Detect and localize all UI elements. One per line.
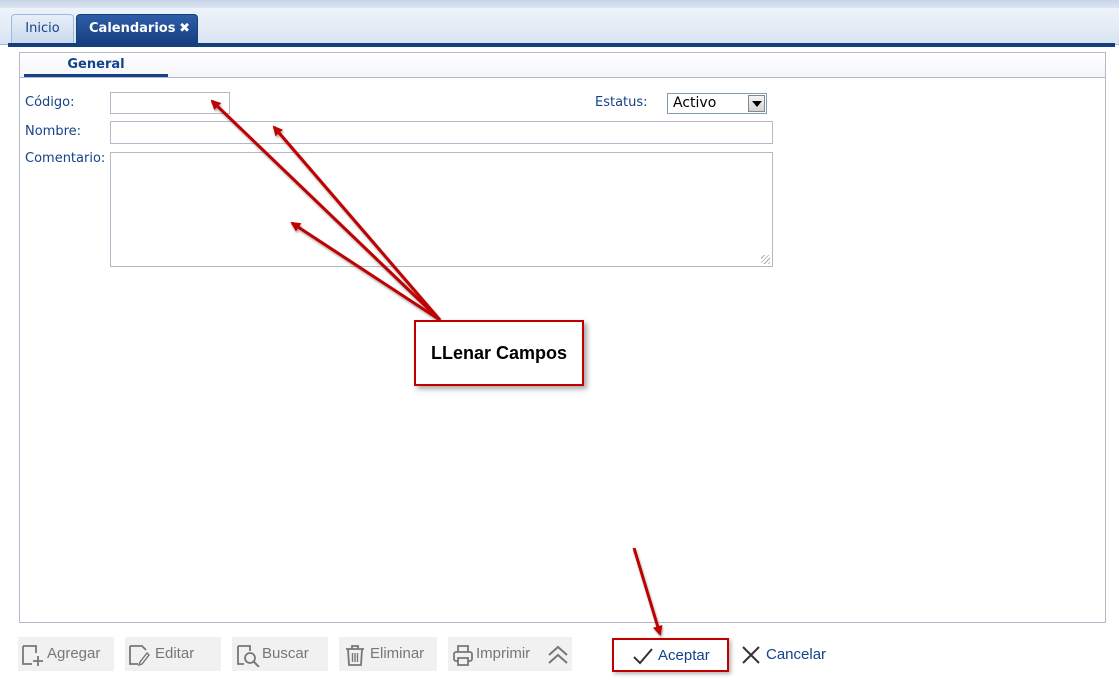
edit-icon bbox=[129, 645, 150, 667]
agregar-button[interactable]: Agregar bbox=[18, 637, 114, 671]
search-icon bbox=[237, 645, 260, 667]
cancelar-button[interactable]: Cancelar bbox=[738, 638, 838, 672]
buscar-button[interactable]: Buscar bbox=[232, 637, 328, 671]
x-icon bbox=[742, 646, 760, 664]
arrow-to-aceptar bbox=[632, 547, 663, 636]
annotation-text: LLenar Campos bbox=[430, 343, 568, 363]
buscar-label: Buscar bbox=[262, 645, 309, 662]
editar-label: Editar bbox=[155, 645, 195, 662]
eliminar-button[interactable]: Eliminar bbox=[339, 637, 437, 671]
arrow-to-comentario bbox=[290, 221, 441, 322]
printer-icon bbox=[453, 645, 473, 666]
arrow-to-nombre bbox=[272, 125, 442, 321]
add-icon bbox=[22, 645, 43, 666]
aceptar-label: Aceptar bbox=[658, 647, 710, 664]
imprimir-button[interactable]: Imprimir bbox=[448, 637, 572, 671]
aceptar-button[interactable]: Aceptar bbox=[612, 638, 729, 672]
eliminar-label: Eliminar bbox=[370, 645, 425, 662]
collapse-up-icon[interactable] bbox=[546, 643, 570, 667]
agregar-label: Agregar bbox=[47, 645, 101, 662]
annotation-callout: LLenar Campos bbox=[414, 320, 584, 386]
trash-icon bbox=[346, 645, 364, 666]
check-icon bbox=[633, 648, 653, 665]
imprimir-label: Imprimir bbox=[476, 645, 531, 662]
cancelar-label: Cancelar bbox=[766, 646, 827, 663]
arrow-to-codigo bbox=[210, 99, 442, 322]
editar-button[interactable]: Editar bbox=[125, 637, 221, 671]
